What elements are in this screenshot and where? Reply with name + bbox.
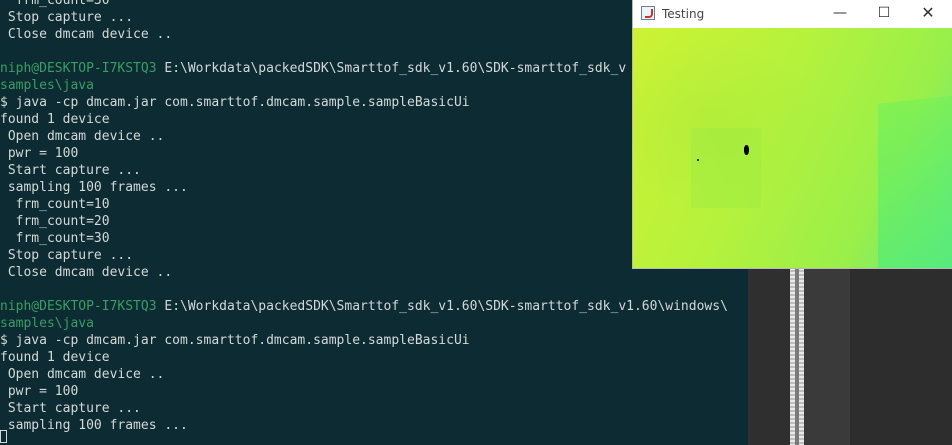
prompt-user-host: niph@DESKTOP-I7KSTQ3 bbox=[0, 61, 157, 76]
terminal-line: niph@DESKTOP-I7KSTQ3 E:\Workdata\packedS… bbox=[0, 60, 626, 77]
terminal-line: Close dmcam device .. bbox=[0, 27, 173, 42]
java-app-icon bbox=[641, 6, 655, 20]
terminal-line: Open dmcam device .. bbox=[0, 367, 165, 382]
depth-surface bbox=[878, 92, 952, 268]
terminal-line: Close dmcam device .. bbox=[0, 265, 173, 280]
terminal-line: frm_count=10 bbox=[0, 197, 110, 212]
terminal-line: sampling 100 frames ... bbox=[0, 418, 188, 433]
terminal-line: frm_count=20 bbox=[0, 214, 110, 229]
background-panel bbox=[850, 268, 952, 445]
depth-object bbox=[691, 128, 761, 208]
prompt-path: E:\Workdata\packedSDK\Smarttof_sdk_v1.60… bbox=[156, 299, 728, 314]
window-title: Testing bbox=[662, 7, 705, 21]
scrollbar-thumb[interactable] bbox=[795, 268, 799, 445]
depth-blob bbox=[697, 159, 699, 161]
terminal-line: $ java -cp dmcam.jar com.smarttof.dmcam.… bbox=[0, 95, 470, 110]
prompt-user-host: niph@DESKTOP-I7KSTQ3 bbox=[0, 299, 157, 314]
terminal-line: frm_count=30 bbox=[0, 0, 110, 8]
terminal-line: pwr = 100 bbox=[0, 146, 79, 161]
background-panel bbox=[748, 268, 790, 445]
maximize-button[interactable]: ☐ bbox=[862, 0, 906, 28]
terminal-line: sampling 100 frames ... bbox=[0, 180, 188, 195]
terminal-line: pwr = 100 bbox=[0, 384, 79, 399]
depth-image-view bbox=[633, 28, 952, 268]
terminal-line: samples\java bbox=[0, 78, 94, 93]
terminal-line: found 1 device bbox=[0, 350, 110, 365]
terminal-line: Start capture ... bbox=[0, 163, 141, 178]
terminal-cursor bbox=[0, 430, 7, 443]
terminal-line: found 1 device bbox=[0, 112, 110, 127]
title-bar[interactable]: Testing — ☐ ✕ bbox=[633, 0, 952, 28]
terminal-line: Stop capture ... bbox=[0, 248, 134, 263]
terminal-line: Start capture ... bbox=[0, 401, 141, 416]
prompt-path: E:\Workdata\packedSDK\Smarttof_sdk_v1.60… bbox=[156, 61, 627, 76]
terminal-line: frm_count=30 bbox=[0, 231, 110, 246]
testing-window[interactable]: Testing — ☐ ✕ bbox=[633, 0, 952, 268]
close-button[interactable]: ✕ bbox=[906, 0, 950, 28]
depth-blob bbox=[744, 145, 749, 155]
minimize-button[interactable]: — bbox=[818, 0, 862, 28]
terminal-line: samples\java bbox=[0, 316, 94, 331]
background-panel bbox=[804, 268, 850, 445]
terminal-line: Stop capture ... bbox=[0, 10, 134, 25]
terminal-line: $ java -cp dmcam.jar com.smarttof.dmcam.… bbox=[0, 333, 470, 348]
terminal-line: Open dmcam device .. bbox=[0, 129, 165, 144]
terminal-line: niph@DESKTOP-I7KSTQ3 E:\Workdata\packedS… bbox=[0, 298, 728, 315]
